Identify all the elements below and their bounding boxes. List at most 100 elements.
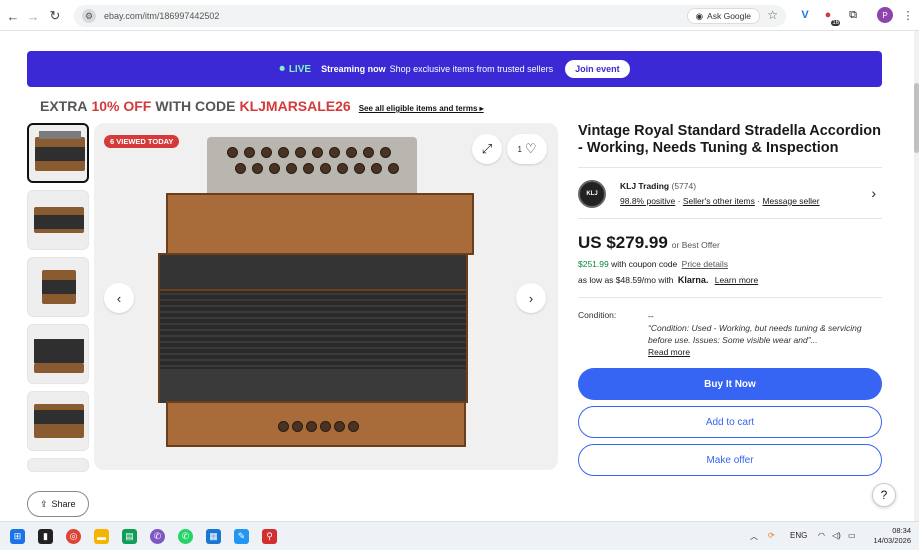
tray-sync-icon[interactable]: ⟳ <box>768 531 775 540</box>
watch-count: 1 <box>517 144 522 154</box>
viber-icon[interactable]: ✆ <box>150 529 165 544</box>
ebay-listing-page: ⏺ LIVE Streaming now Shop exclusive item… <box>0 31 914 521</box>
url-text[interactable]: ebay.com/itm/186997442502 <box>104 11 219 21</box>
reload-icon[interactable]: ↻ <box>44 5 66 27</box>
task-view-icon[interactable]: ▮ <box>38 529 53 544</box>
ask-google-button[interactable]: ◉ Ask Google <box>686 8 760 24</box>
acrobat-icon[interactable]: ⚲ <box>262 529 277 544</box>
watch-button[interactable]: 1 ♡ <box>507 134 547 164</box>
accordion-bass-key <box>348 421 359 432</box>
listing-details: Vintage Royal Standard Stradella Accordi… <box>578 123 882 476</box>
clock-time: 08:34 <box>892 526 911 535</box>
condition-quote: “Condition: Used - Working, but needs tu… <box>648 323 862 345</box>
accordion-photo <box>152 137 474 452</box>
accordion-key <box>278 147 289 158</box>
accordion-bass-key <box>278 421 289 432</box>
accordion-key <box>380 147 391 158</box>
system-clock[interactable]: 08:34 14/03/2026 <box>873 526 911 546</box>
accordion-key <box>252 163 263 174</box>
join-event-button[interactable]: Join event <box>565 60 630 78</box>
battery-icon[interactable]: ▭ <box>848 531 856 540</box>
clock-date: 14/03/2026 <box>873 536 911 545</box>
positive-feedback-link[interactable]: 98.8% positive <box>620 196 675 206</box>
accordion-key <box>363 147 374 158</box>
live-event-banner[interactable]: ⏺ LIVE Streaming now Shop exclusive item… <box>27 51 882 87</box>
price: US $279.99 <box>578 233 668 252</box>
extension-badge-count: 16 <box>831 20 840 26</box>
accordion-bass-key <box>306 421 317 432</box>
accordion-key <box>312 147 323 158</box>
best-offer-label: or Best Offer <box>671 240 720 250</box>
learn-more-link[interactable]: Learn more <box>715 275 758 285</box>
accordion-key <box>303 163 314 174</box>
menu-kebab-icon[interactable]: ⋮ <box>900 7 916 23</box>
windows-start-icon[interactable]: ⊞ <box>10 529 25 544</box>
seller-name[interactable]: KLJ Trading <box>620 181 669 191</box>
accordion-key <box>261 147 272 158</box>
expand-icon[interactable]: ⤢ <box>472 134 502 164</box>
seller-name-row[interactable]: KLJ Trading (5774) <box>620 181 696 191</box>
accordion-key <box>320 163 331 174</box>
forward-icon[interactable]: → <box>22 5 44 27</box>
share-icon: ⇪ <box>40 498 48 509</box>
promo-terms-link[interactable]: See all eligible items and terms ▸ <box>359 104 484 113</box>
accordion-bass-key <box>334 421 345 432</box>
file-explorer-icon[interactable]: ▬ <box>94 529 109 544</box>
add-to-cart-button[interactable]: Add to cart <box>578 406 882 438</box>
thumbnail-1[interactable] <box>27 123 89 183</box>
accordion-key <box>269 163 280 174</box>
promo-code: KLJMARSALE26 <box>239 98 351 114</box>
seller-card[interactable]: KLJ KLJ Trading (5774) 98.8% positive · … <box>578 167 882 219</box>
accordion-key <box>371 163 382 174</box>
live-stream-icon: ⏺ <box>279 62 285 75</box>
main-product-image[interactable]: 6 VIEWED TODAY ⤢ 1 ♡ ‹ › <box>94 123 558 470</box>
accordion-key <box>337 163 348 174</box>
app-blue-icon[interactable]: ▦ <box>206 529 221 544</box>
chevron-right-icon[interactable]: › <box>871 185 876 201</box>
extension-v-icon[interactable]: V <box>797 7 813 23</box>
seller-feedback-count: (5774) <box>671 181 697 191</box>
accordion-key <box>235 163 246 174</box>
thumbnail-strip <box>27 123 89 479</box>
back-icon[interactable]: ← <box>2 5 24 27</box>
buy-it-now-button[interactable]: Buy It Now <box>578 368 882 400</box>
thumbnail-3[interactable] <box>27 257 89 317</box>
thumbnail-6[interactable] <box>27 458 89 472</box>
message-seller-link[interactable]: Message seller <box>762 196 819 206</box>
read-more-link[interactable]: Read more <box>648 346 882 358</box>
next-image-icon[interactable]: › <box>516 283 546 313</box>
app-pen-icon[interactable]: ✎ <box>234 529 249 544</box>
extensions-puzzle-icon[interactable]: ⧉ <box>845 7 861 23</box>
page-scrollbar[interactable] <box>914 31 919 521</box>
wifi-icon[interactable]: ◠ <box>818 531 825 540</box>
make-offer-button[interactable]: Make offer <box>578 444 882 476</box>
streaming-label: Streaming now <box>321 64 386 74</box>
tray-language[interactable]: ENG <box>790 531 807 540</box>
profile-avatar[interactable]: P <box>877 7 893 23</box>
scrollbar-thumb[interactable] <box>914 83 919 153</box>
chrome-icon[interactable]: ◎ <box>66 529 81 544</box>
other-items-link[interactable]: Seller's other items <box>683 196 755 206</box>
thumbnail-5[interactable] <box>27 391 89 451</box>
site-info-icon[interactable]: ⚙ <box>82 9 96 23</box>
thumbnail-2[interactable] <box>27 190 89 250</box>
app-green-icon[interactable]: ▤ <box>122 529 137 544</box>
listing-title: Vintage Royal Standard Stradella Accordi… <box>578 123 881 156</box>
accordion-key <box>286 163 297 174</box>
address-bar[interactable]: ⚙ ebay.com/itm/186997442502 ◉ Ask Google… <box>74 5 786 27</box>
help-button[interactable]: ? <box>872 483 896 507</box>
prev-image-icon[interactable]: ‹ <box>104 283 134 313</box>
volume-icon[interactable]: ◁) <box>832 531 841 540</box>
share-label: Share <box>51 499 76 509</box>
accordion-key <box>329 147 340 158</box>
share-button[interactable]: ⇪ Share <box>27 491 89 517</box>
extension-badge-icon[interactable]: ● 16 <box>820 7 840 26</box>
whatsapp-icon[interactable]: ✆ <box>178 529 193 544</box>
bookmark-star-icon[interactable]: ☆ <box>767 8 778 22</box>
thumbnail-4[interactable] <box>27 324 89 384</box>
tray-chevron-icon[interactable]: ︿ <box>750 531 758 542</box>
windows-taskbar: ⊞ ▮ ◎ ▬ ▤ ✆ ✆ ▦ ✎ ⚲ ︿ ⟳ ENG ◠ ◁) ▭ 08:34… <box>0 521 919 550</box>
price-details-link[interactable]: Price details <box>682 259 728 269</box>
klarna-row: as low as $48.59/mo with Klarna. Learn m… <box>578 275 882 285</box>
promo-percent: 10% OFF <box>91 98 152 114</box>
